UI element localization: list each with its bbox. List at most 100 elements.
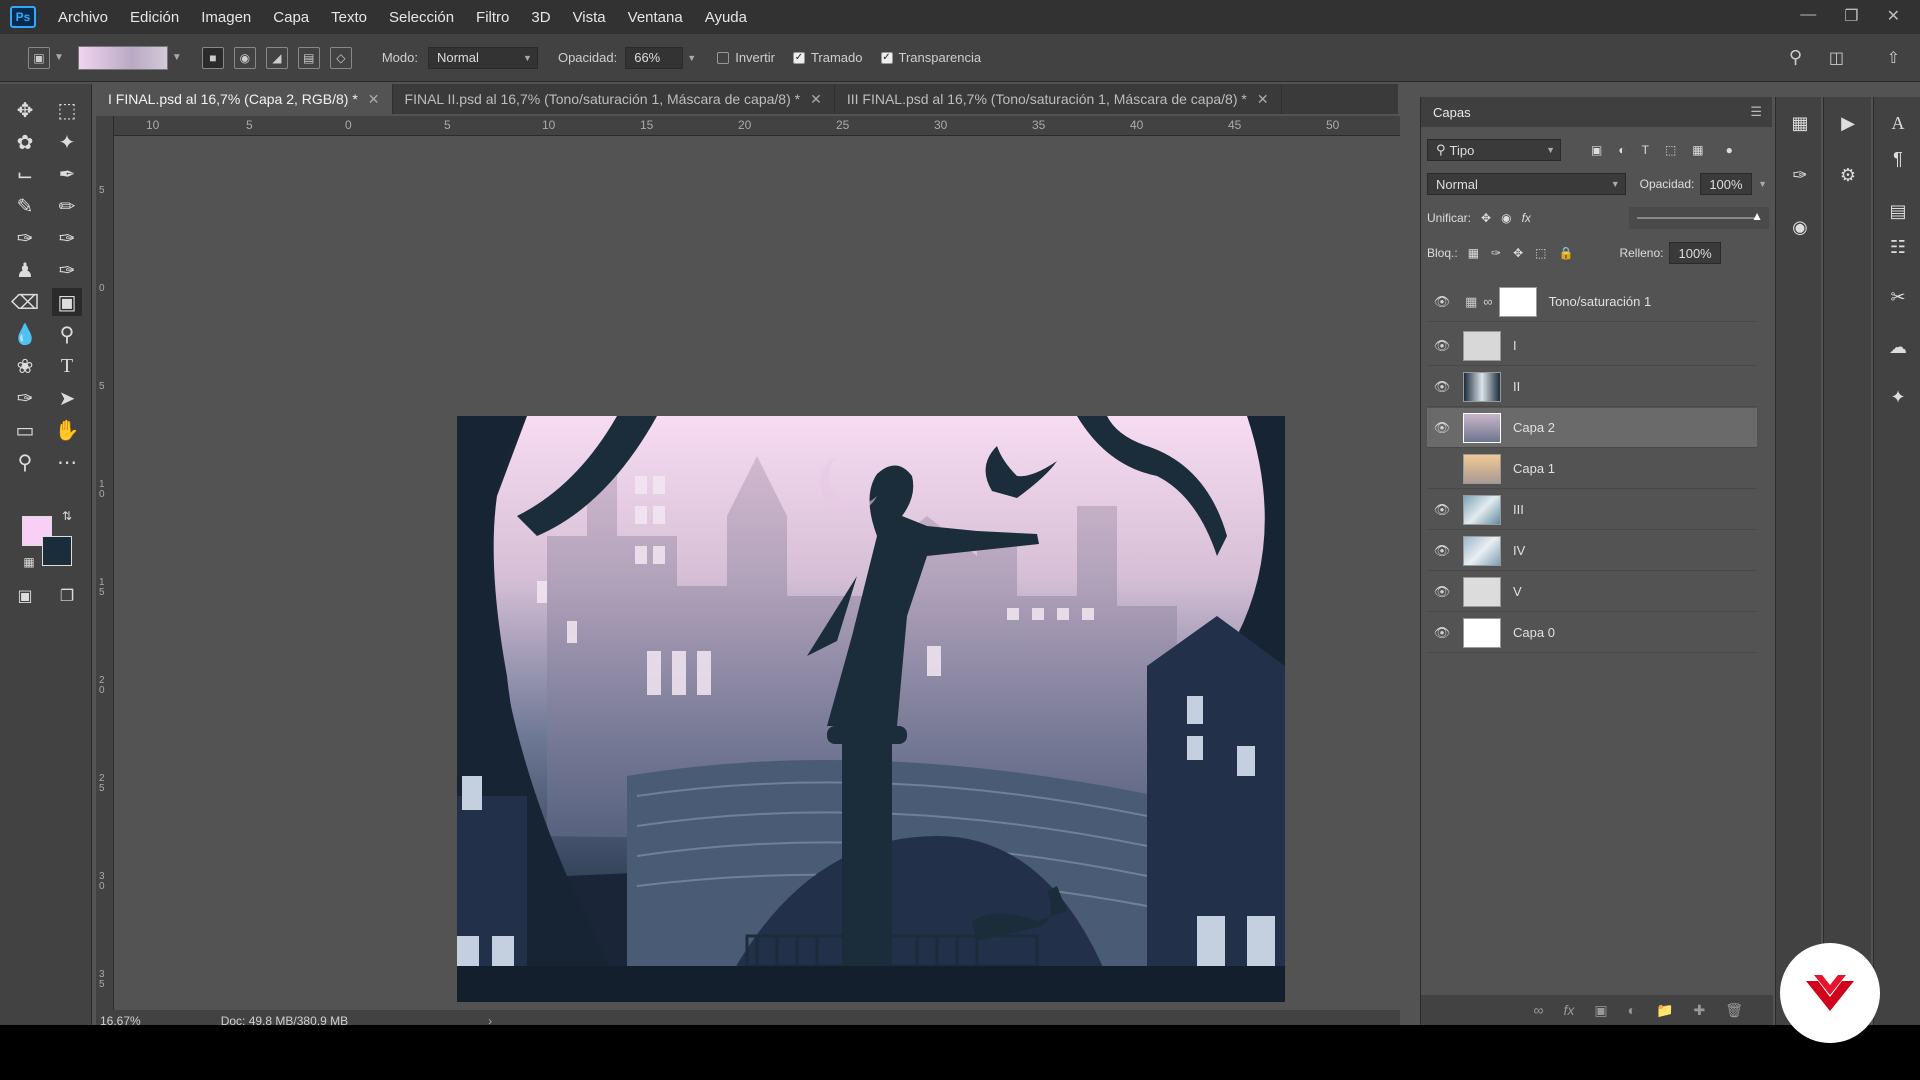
link-layers-icon[interactable]: ∞ <box>1533 1002 1543 1018</box>
close-icon[interactable]: ✕ <box>368 91 380 108</box>
menu-ayuda[interactable]: Ayuda <box>705 9 747 26</box>
layer-row-tono-saturacion[interactable]: 👁 ▦ ∞ Tono/saturación 1 <box>1427 282 1757 322</box>
eraser-icon[interactable]: ⌫ <box>10 288 40 316</box>
unify-style-icon[interactable]: fx <box>1522 211 1531 225</box>
layer-row-i[interactable]: 👁 I <box>1427 326 1757 366</box>
visibility-eye-icon[interactable]: 👁 <box>1427 379 1457 395</box>
link-icon[interactable]: ∞ <box>1483 294 1492 309</box>
menu-imagen[interactable]: Imagen <box>201 9 251 26</box>
mixer-brush-icon[interactable]: ✑ <box>52 224 82 252</box>
tab-final-ii[interactable]: FINAL II.psd al 16,7% (Tono/saturación 1… <box>393 84 835 114</box>
visibility-off-box[interactable]: □ <box>1427 461 1457 476</box>
reflected-gradient-icon[interactable]: ▤ <box>297 46 320 69</box>
lock-all-icon[interactable]: 🔒 <box>1559 246 1574 260</box>
paths-icon[interactable]: ✦ <box>1884 383 1912 411</box>
brushes-icon[interactable]: ✑ <box>1786 161 1814 189</box>
workspace-icon[interactable]: ◫ <box>1829 48 1844 68</box>
crop-tool-icon[interactable]: ⌙ <box>10 160 40 188</box>
move-tool-icon[interactable]: ✥ <box>10 96 40 124</box>
menu-filtro[interactable]: Filtro <box>476 9 509 26</box>
layer-row-iv[interactable]: 👁 IV <box>1427 531 1757 571</box>
menu-3d[interactable]: 3D <box>531 9 550 26</box>
lock-artboard-icon[interactable]: ⬚ <box>1535 246 1546 260</box>
lasso-tool-icon[interactable]: ✿ <box>10 128 40 156</box>
unify-visibility-icon[interactable]: ◉ <box>1501 211 1511 225</box>
visibility-eye-icon[interactable]: 👁 <box>1427 543 1457 559</box>
filter-smart-object-icon[interactable]: ▦ <box>1692 143 1703 157</box>
quick-mask-icon[interactable]: ▣ <box>10 582 40 610</box>
visibility-eye-icon[interactable]: 👁 <box>1427 584 1457 600</box>
menu-capa[interactable]: Capa <box>273 9 309 26</box>
filter-type-icon[interactable]: T <box>1642 143 1649 157</box>
new-layer-icon[interactable]: ✚ <box>1693 1002 1705 1019</box>
chevron-down-icon[interactable]: ▼ <box>1758 179 1767 189</box>
layer-row-v[interactable]: 👁 V <box>1427 572 1757 612</box>
screen-mode-icon[interactable]: ❐ <box>52 582 82 610</box>
restore-icon[interactable]: ❐ <box>1844 6 1858 26</box>
lock-pixels-icon[interactable]: ✑ <box>1491 246 1501 260</box>
background-color-swatch[interactable] <box>42 536 72 566</box>
close-icon[interactable]: ✕ <box>1257 91 1269 108</box>
character-icon[interactable]: A <box>1884 109 1912 137</box>
layers-comp-icon[interactable]: ▤ <box>1884 197 1912 225</box>
filter-pixel-icon[interactable]: ▣ <box>1591 143 1602 157</box>
more-tools-icon[interactable]: ⋯ <box>52 448 82 476</box>
libraries-icon[interactable]: ▦ <box>1786 109 1814 137</box>
type-tool-icon[interactable]: T <box>52 352 82 380</box>
filter-adjustment-icon[interactable]: ◐ <box>1618 143 1625 157</box>
color-wheel-icon[interactable]: ◉ <box>1786 213 1814 241</box>
layer-row-ii[interactable]: 👁 II <box>1427 367 1757 407</box>
tab-i-final[interactable]: I FINAL.psd al 16,7% (Capa 2, RGB/8) * ✕ <box>96 84 393 114</box>
channels-icon[interactable]: ☁ <box>1884 333 1912 361</box>
unify-position-icon[interactable]: ✥ <box>1481 211 1491 225</box>
layers-panel-title[interactable]: Capas <box>1433 105 1471 120</box>
paragraph-icon[interactable]: ¶ <box>1884 145 1912 173</box>
document-artwork[interactable] <box>457 416 1285 1002</box>
visibility-eye-icon[interactable]: 👁 <box>1427 625 1457 641</box>
gradient-dropdown-icon[interactable]: ▼ <box>172 52 182 63</box>
menu-texto[interactable]: Texto <box>331 9 367 26</box>
actions-play-icon[interactable]: ▶ <box>1834 109 1862 137</box>
gradient-tool-icon[interactable]: ▣ <box>52 288 82 316</box>
zoom-tool-icon[interactable]: ⚲ <box>10 448 40 476</box>
layer-row-capa-2[interactable]: 👁 Capa 2 <box>1427 408 1757 448</box>
layer-row-iii[interactable]: 👁 III <box>1427 490 1757 530</box>
transparency-checkbox[interactable]: ✓ <box>880 51 893 64</box>
close-window-icon[interactable]: ✕ <box>1887 6 1900 26</box>
add-mask-icon[interactable]: ▣ <box>1594 1002 1607 1019</box>
canvas-area[interactable] <box>114 136 1400 1010</box>
filter-type-select[interactable]: ⚲ Tipo ▼ <box>1427 139 1561 161</box>
stamp-tool-icon[interactable]: ♟ <box>10 256 40 284</box>
dither-checkbox[interactable]: ✓ <box>792 51 805 64</box>
mode-select[interactable]: Normal ▼ <box>427 46 538 69</box>
opacity-slider[interactable]: ▲ <box>1629 207 1769 229</box>
new-adjustment-icon[interactable]: ◐ <box>1628 1002 1636 1018</box>
linear-gradient-icon[interactable]: ■ <box>201 46 224 69</box>
opacity-input[interactable]: 66% ▼ <box>625 46 696 69</box>
invert-checkbox[interactable] <box>717 51 730 64</box>
menu-archivo[interactable]: Archivo <box>58 9 108 26</box>
visibility-eye-icon[interactable]: 👁 <box>1427 294 1457 310</box>
pen-tool-icon[interactable]: ✑ <box>10 384 40 412</box>
menu-edicion[interactable]: Edición <box>130 9 179 26</box>
panel-menu-icon[interactable]: ☰ <box>1750 104 1762 120</box>
tab-iii-final[interactable]: III FINAL.psd al 16,7% (Tono/saturación … <box>835 84 1282 114</box>
magic-wand-icon[interactable]: ✦ <box>52 128 82 156</box>
marquee-tool-icon[interactable]: ⬚ <box>52 96 82 124</box>
brush-icon[interactable]: ✑ <box>10 224 40 252</box>
layer-mask-thumbnail[interactable] <box>1498 286 1537 317</box>
new-group-icon[interactable]: 📁 <box>1656 1002 1673 1019</box>
dodge-tool-icon[interactable]: ⚲ <box>52 320 82 348</box>
fill-input[interactable]: 100% <box>1669 242 1722 264</box>
path-selection-icon[interactable]: ➤ <box>52 384 82 412</box>
layer-row-capa-1[interactable]: □ Capa 1 <box>1427 449 1757 489</box>
tools-preset-icon[interactable]: ✂ <box>1884 283 1912 311</box>
search-icon[interactable]: ⚲ <box>1789 47 1802 68</box>
swap-colors-icon[interactable]: ⇅ <box>52 502 82 530</box>
visibility-eye-icon[interactable]: 👁 <box>1427 502 1457 518</box>
menu-ventana[interactable]: Ventana <box>628 9 683 26</box>
delete-layer-icon[interactable]: 🗑 <box>1725 1002 1743 1019</box>
close-icon[interactable]: ✕ <box>810 91 822 108</box>
hand-tool-icon[interactable]: ✋ <box>52 416 82 444</box>
slider-thumb-icon[interactable]: ▲ <box>1751 209 1763 223</box>
